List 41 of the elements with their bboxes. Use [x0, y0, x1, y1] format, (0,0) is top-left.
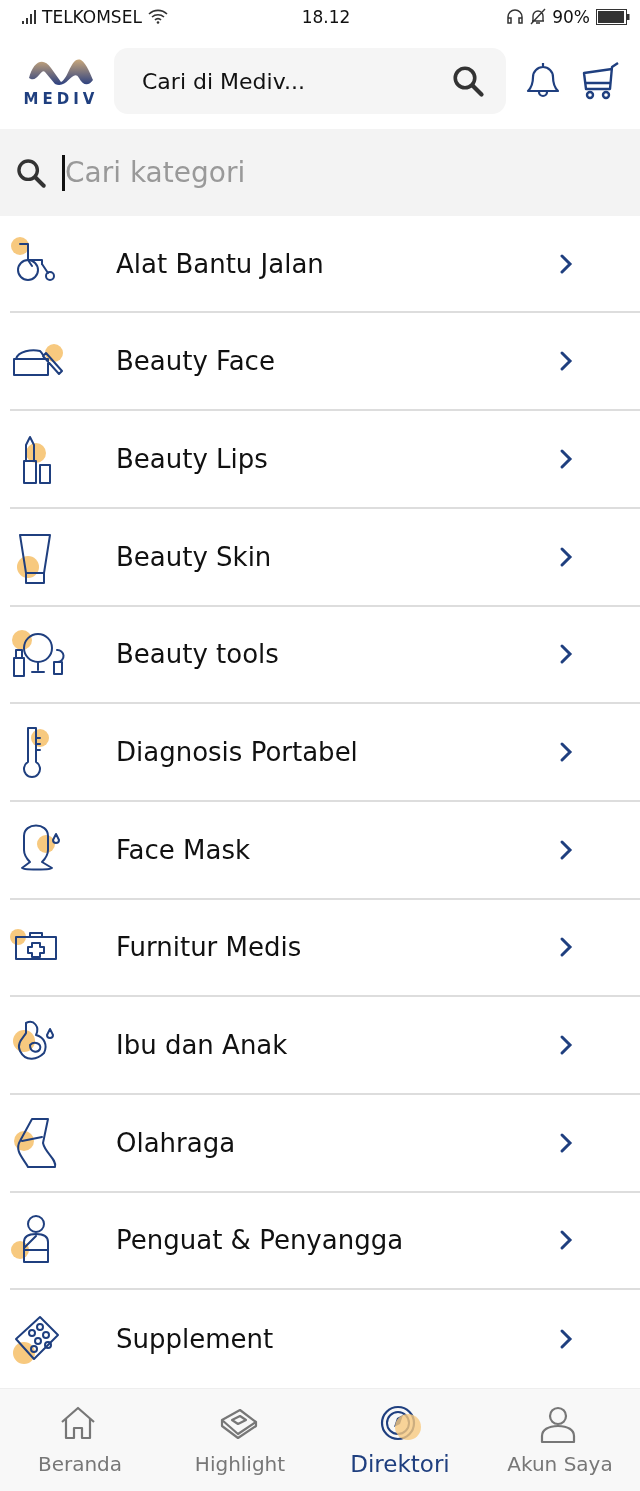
carrier-name: TELKOMSEL	[42, 6, 142, 27]
clock-time: 18.12	[301, 6, 351, 27]
category-label[interactable]: Alat Bantu Jalan	[116, 248, 558, 279]
chevron-right-icon[interactable]	[558, 252, 574, 275]
nav-tab[interactable]: Highlight	[160, 1389, 320, 1491]
category-label[interactable]: Beauty Skin	[116, 541, 558, 572]
nav-tab[interactable]: Akun Saya	[480, 1389, 640, 1491]
logo-text: MEDIV	[23, 90, 99, 109]
category-label[interactable]: Face Mask	[116, 834, 558, 865]
cart-icon[interactable]	[580, 61, 620, 102]
wifi-icon	[147, 9, 168, 25]
muted-bell-icon	[530, 8, 547, 26]
category-label[interactable]: Beauty Face	[116, 346, 558, 377]
headset-icon	[506, 8, 525, 25]
category-label[interactable]: Supplement	[116, 1324, 558, 1355]
category-label[interactable]: Beauty Lips	[116, 443, 558, 474]
chevron-right-icon[interactable]	[558, 1034, 574, 1057]
chevron-right-icon[interactable]	[558, 447, 574, 470]
search-field[interactable]: Cari di Mediv...	[114, 48, 506, 115]
signal-icon	[22, 9, 36, 24]
chevron-right-icon[interactable]	[558, 838, 574, 861]
category-label[interactable]: Olahraga	[116, 1127, 558, 1158]
chevron-right-icon[interactable]	[558, 350, 574, 373]
category-label[interactable]: Diagnosis Portabel	[116, 737, 558, 768]
battery-icon	[596, 8, 630, 25]
search-icon	[450, 63, 486, 100]
category-label[interactable]: Penguat & Penyangga	[116, 1225, 558, 1256]
chevron-right-icon[interactable]	[558, 643, 574, 666]
battery-percentage: 90%	[552, 6, 590, 27]
chevron-right-icon[interactable]	[558, 741, 574, 764]
nav-tab[interactable]: Beranda	[0, 1389, 160, 1491]
category-label[interactable]: Furnitur Medis	[116, 932, 558, 963]
chevron-right-icon[interactable]	[558, 1328, 574, 1351]
text-cursor	[62, 154, 65, 191]
chevron-right-icon[interactable]	[558, 936, 574, 959]
nav-tab[interactable]: Direktori	[320, 1389, 480, 1491]
category-label[interactable]: Ibu dan Anak	[116, 1030, 558, 1061]
chevron-right-icon[interactable]	[558, 545, 574, 568]
chevron-right-icon[interactable]	[558, 1131, 574, 1154]
chevron-right-icon[interactable]	[558, 1229, 574, 1252]
category-label[interactable]: Beauty tools	[116, 639, 558, 670]
